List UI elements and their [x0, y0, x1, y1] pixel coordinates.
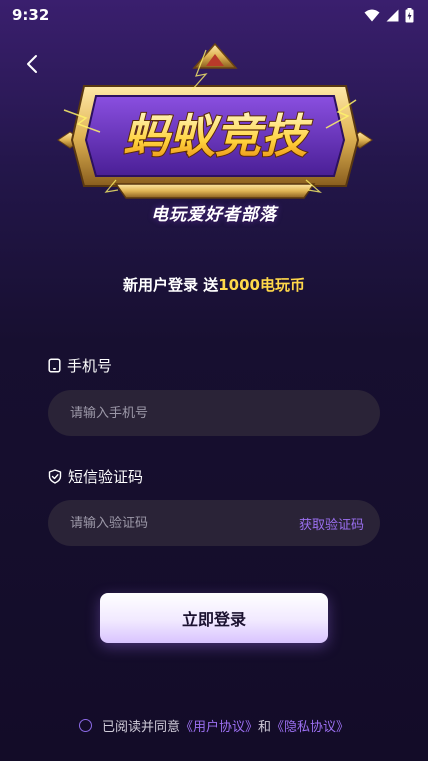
- shield-icon: [48, 469, 62, 484]
- phone-label-text: 手机号: [67, 357, 113, 375]
- logo-slogan: 电玩爱好者部落: [151, 205, 277, 225]
- user-agreement-link[interactable]: 《用户协议》: [180, 716, 258, 735]
- agreement-and: 和: [258, 720, 272, 735]
- code-input[interactable]: [70, 515, 299, 531]
- chevron-left-icon: [27, 55, 37, 73]
- phone-input[interactable]: [70, 405, 364, 421]
- agreement-text: 已阅读并同意 《用户协议》 和 《隐私协议》: [102, 716, 349, 735]
- wifi-icon: [364, 9, 380, 21]
- phone-label: 手机号: [48, 355, 112, 376]
- back-button[interactable]: [16, 48, 48, 80]
- agreement-row: 已阅读并同意 《用户协议》 和 《隐私协议》: [0, 716, 428, 735]
- status-time: 9:32: [12, 6, 50, 24]
- code-label-text: 短信验证码: [68, 468, 144, 486]
- agreement-prefix: 已阅读并同意: [101, 720, 180, 735]
- app-logo: 蚂蚁竞技: [56, 40, 374, 200]
- signal-icon: [386, 9, 399, 21]
- agreement-checkbox[interactable]: [78, 719, 92, 732]
- promo-highlight: 1000电玩币: [218, 276, 305, 294]
- status-bar: 9:32: [0, 0, 428, 30]
- logo-title: 蚂蚁竞技: [123, 109, 313, 163]
- battery-icon: [405, 7, 414, 22]
- privacy-policy-link[interactable]: 《隐私协议》: [271, 716, 349, 735]
- code-field[interactable]: 获取验证码: [48, 500, 380, 546]
- login-button[interactable]: 立即登录: [100, 593, 328, 643]
- promo-text: 新用户登录 送1000电玩币: [0, 274, 428, 295]
- get-code-button[interactable]: 获取验证码: [299, 514, 364, 533]
- phone-icon: [48, 358, 61, 373]
- logo-emblem: 蚂蚁竞技: [57, 42, 373, 199]
- phone-field[interactable]: [48, 390, 380, 436]
- promo-prefix: 新用户登录 送: [123, 276, 219, 294]
- code-label: 短信验证码: [48, 466, 143, 487]
- status-icons: [364, 7, 414, 23]
